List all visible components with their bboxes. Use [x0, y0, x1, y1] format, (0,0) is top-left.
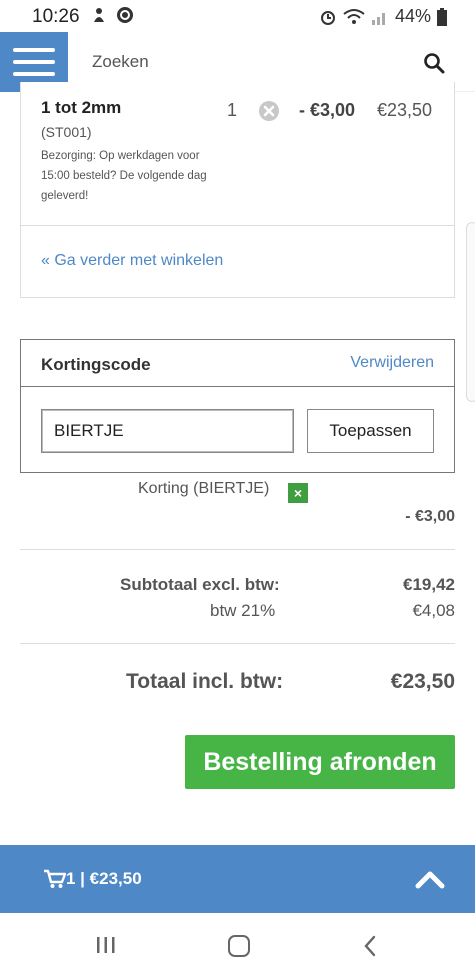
- wifi-icon: [343, 8, 365, 24]
- coupon-remove-link[interactable]: Verwijderen: [350, 354, 434, 372]
- battery-icon: [437, 7, 447, 26]
- remove-item-icon[interactable]: [258, 100, 280, 122]
- item-title[interactable]: 1 tot 2mm: [41, 98, 121, 118]
- menu-icon-bar: [13, 60, 55, 64]
- subtotal-value: €19,42: [403, 575, 455, 594]
- menu-icon-bar: [13, 72, 55, 76]
- apply-coupon-button[interactable]: Toepassen: [307, 409, 434, 453]
- item-sku: (ST001): [41, 124, 92, 140]
- search-label[interactable]: Zoeken: [92, 52, 149, 72]
- divider: [21, 225, 454, 226]
- subtotal-label: Subtotaal excl. btw:: [120, 575, 280, 594]
- scroll-handle[interactable]: [466, 222, 475, 402]
- item-discount: - €3,00: [299, 100, 356, 120]
- chevron-up-icon[interactable]: [415, 869, 445, 889]
- recent-apps-icon[interactable]: [95, 936, 117, 954]
- vat-label: btw 21%: [210, 601, 276, 620]
- menu-icon: [13, 48, 55, 52]
- status-bar: 10:26 44%: [0, 0, 475, 32]
- remove-discount-icon[interactable]: ×: [288, 483, 308, 503]
- signal-icon: [371, 12, 385, 25]
- cart-icon: [44, 869, 66, 888]
- discount-label: Korting (BIERTJE): [138, 480, 270, 497]
- divider: [20, 549, 455, 550]
- notification-app-icon: [94, 8, 104, 22]
- item-price: €23,50: [377, 100, 433, 120]
- continue-shopping-link[interactable]: « Ga verder met winkelen: [41, 252, 223, 270]
- coupon-title: Kortingscode: [41, 355, 151, 374]
- item-delivery-note: Bezorging: Op werkdagen voor 15:00 beste…: [41, 150, 207, 202]
- status-time: 10:26: [32, 6, 80, 27]
- vat-value: €4,08: [412, 601, 455, 620]
- discount-amount: - €3,00: [405, 508, 455, 525]
- system-nav-bar: [0, 913, 475, 976]
- notification-sync-icon: [117, 7, 133, 23]
- coupon-code-input[interactable]: [41, 409, 294, 453]
- alarm-icon: [320, 10, 335, 25]
- back-icon[interactable]: [362, 935, 378, 957]
- divider: [20, 643, 455, 644]
- coupon-panel: Kortingscode Verwijderen Toepassen: [20, 339, 455, 473]
- home-icon[interactable]: [228, 935, 250, 957]
- status-system-icons: 44%: [319, 6, 447, 27]
- cart-item-panel: 1 tot 2mm (ST001) Bezorging: Op werkdage…: [20, 82, 455, 298]
- cart-summary-bar[interactable]: 1 | €23,50: [0, 845, 475, 913]
- coupon-header: Kortingscode Verwijderen: [21, 340, 454, 387]
- total-label: Totaal incl. btw:: [126, 670, 284, 693]
- item-quantity[interactable]: 1: [227, 100, 237, 121]
- search-icon[interactable]: [423, 52, 445, 74]
- total-value: €23,50: [390, 670, 455, 693]
- cart-summary-text: 1 | €23,50: [66, 869, 142, 888]
- status-notification-icons: [90, 6, 134, 24]
- checkout-button[interactable]: Bestelling afronden: [185, 735, 455, 789]
- battery-percent: 44%: [394, 6, 431, 26]
